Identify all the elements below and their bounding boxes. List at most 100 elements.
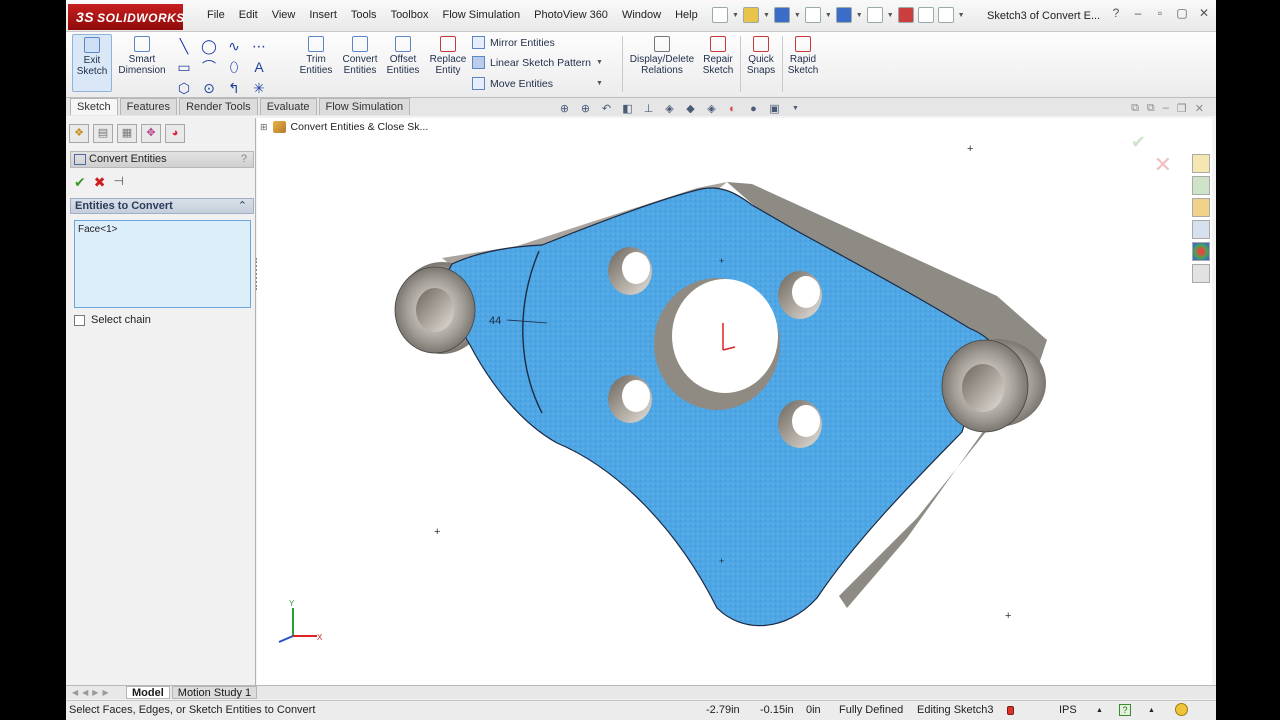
restore-icon[interactable]: ▫ [1152,6,1168,20]
text-icon[interactable] [272,36,296,56]
display-manager-tab-icon[interactable]: ◕ [165,124,185,143]
chevron-up-icon[interactable]: ▲ [1148,707,1155,714]
tile-icon[interactable]: ⧉ [1131,102,1139,115]
rebuild-indicator-icon[interactable] [1007,706,1014,715]
menu-tools[interactable]: Tools [344,9,384,21]
edit-appearance-icon[interactable]: ◐ [725,103,740,115]
chevron-down-icon[interactable]: ▼ [794,12,801,19]
construction-icon[interactable]: ⋯ [247,36,271,56]
trim-entities-button[interactable]: Trim Entities [298,34,334,76]
appearances-icon[interactable] [1192,242,1210,261]
spline-icon[interactable]: ∿ [222,36,246,56]
ellipse-icon[interactable]: ⬯ [222,57,246,77]
tab-motion-study-1[interactable]: Motion Study 1 [171,686,258,699]
chevron-down-icon[interactable]: ▼ [887,12,894,19]
print-icon[interactable] [804,7,821,23]
graphics-area[interactable]: ⊞ Convert Entities & Close Sk... ⊕ ⊕ ↶ ◧… [257,102,1212,685]
menu-toolbox[interactable]: Toolbox [384,9,436,21]
file-explorer-icon[interactable] [1192,198,1210,217]
feature-manager-tab-icon[interactable]: ❖ [69,124,89,143]
tab-render-tools[interactable]: Render Tools [179,98,258,115]
view-palette-icon[interactable] [1192,220,1210,239]
tab-features[interactable]: Features [119,98,178,115]
zoom-to-fit-icon[interactable]: ⊕ [557,102,572,115]
chevron-up-icon[interactable]: ▲ [1096,707,1103,714]
chevron-down-icon[interactable]: ▼ [732,12,739,19]
previous-view-icon[interactable]: ↶ [599,102,614,115]
options-icon[interactable] [937,7,954,23]
smart-dimension-button[interactable]: Smart Dimension [116,34,168,76]
file-properties-icon[interactable] [917,7,934,23]
chevron-down-icon[interactable]: ▼ [788,105,803,112]
chevron-down-icon[interactable]: ▼ [825,12,832,19]
exit-sketch-button[interactable]: Exit Sketch [72,34,112,92]
dimxpert-manager-tab-icon[interactable]: ✥ [141,124,161,143]
tile-icon[interactable]: ⧉ [1147,102,1155,115]
point-icon[interactable]: ✳ [247,78,271,98]
selected-entity[interactable]: Face<1> [78,224,117,235]
rapid-sketch-button[interactable]: Rapid Sketch [786,34,820,76]
tab-model[interactable]: Model [126,686,170,699]
line-icon[interactable]: ╲ [172,36,196,56]
minimize-icon[interactable]: – [1163,102,1169,115]
chevron-down-icon[interactable]: ▼ [596,59,603,66]
view-orientation-icon[interactable]: ◈ [662,102,677,115]
lightbulb-icon[interactable] [1175,703,1188,716]
circle-icon[interactable]: ◯ [197,36,221,56]
collapse-icon[interactable]: ⌃ [238,199,247,213]
tab-flow-simulation[interactable]: Flow Simulation [318,98,411,115]
home-icon[interactable] [1192,154,1210,173]
menu-photoview[interactable]: PhotoView 360 [527,9,615,21]
menu-window[interactable]: Window [615,9,668,21]
tab-navigation-arrows[interactable]: ◀◀▶▶ [72,688,113,697]
custom-properties-icon[interactable] [1192,264,1210,283]
menu-insert[interactable]: Insert [302,9,344,21]
quick-snaps-button[interactable]: Quick Snaps [744,34,778,76]
zoom-to-area-icon[interactable]: ⊕ [578,102,593,115]
solidworks-logo[interactable]: 3S SOLIDWORKS [68,4,184,30]
hide-show-items-icon[interactable]: ◈ [704,102,719,115]
configuration-manager-tab-icon[interactable]: ▦ [117,124,137,143]
display-style-icon[interactable]: ◆ [683,102,698,115]
entities-selection-box[interactable]: Face<1> [74,220,251,308]
rectangle-icon[interactable]: ▭ [172,57,196,77]
polygon-icon[interactable]: ⬡ [172,78,196,98]
sketch-text-icon[interactable]: A [247,57,271,77]
close-icon[interactable]: ✕ [1196,6,1212,20]
linear-sketch-pattern-button[interactable]: Linear Sketch Pattern ▼ [472,56,603,69]
new-document-icon[interactable] [712,7,728,23]
unit-system[interactable]: IPS [1059,704,1077,716]
dynamic-annotation-icon[interactable]: ⊥ [641,102,656,115]
pushpin-icon[interactable]: ⊣ [113,174,123,191]
quick-tips-icon[interactable]: ? [1119,704,1131,716]
help-icon[interactable]: ? [1108,6,1124,20]
tab-sketch[interactable]: Sketch [70,98,118,115]
rebuild-icon[interactable] [897,7,914,23]
repair-sketch-button[interactable]: Repair Sketch [700,34,736,76]
cancel-x-icon[interactable]: ✖ [94,174,106,191]
close-icon[interactable]: ✕ [1195,102,1204,115]
minimize-icon[interactable]: – [1130,6,1146,20]
tab-evaluate[interactable]: Evaluate [259,98,317,115]
menu-help[interactable]: Help [668,9,705,21]
replace-entity-button[interactable]: Replace Entity [428,34,468,76]
menu-view[interactable]: View [265,9,303,21]
help-icon[interactable]: ? [241,152,247,167]
offset-entities-button[interactable]: Offset Entities [384,34,422,76]
mirror-entities-button[interactable]: Mirror Entities [472,36,555,49]
slot-icon[interactable]: ⊙ [197,78,221,98]
select-chain-checkbox[interactable] [74,314,85,326]
arc-icon[interactable]: ⌒ [197,57,221,77]
chevron-down-icon[interactable]: ▼ [958,12,965,19]
restore-icon[interactable]: ❐ [1177,102,1187,115]
display-delete-relations-button[interactable]: Display/Delete Relations [628,34,696,76]
chevron-down-icon[interactable]: ▼ [596,80,603,87]
select-chain-option[interactable]: Select chain [74,314,151,326]
undo-icon[interactable] [835,7,852,23]
select-icon[interactable] [866,7,883,23]
dimension-value[interactable]: 44 [489,315,501,327]
ok-check-icon[interactable]: ✔ [74,174,86,191]
view-settings-icon[interactable]: ▣ [767,102,782,115]
menu-flow-simulation[interactable]: Flow Simulation [435,9,527,21]
fillet-icon[interactable]: ↰ [222,78,246,98]
